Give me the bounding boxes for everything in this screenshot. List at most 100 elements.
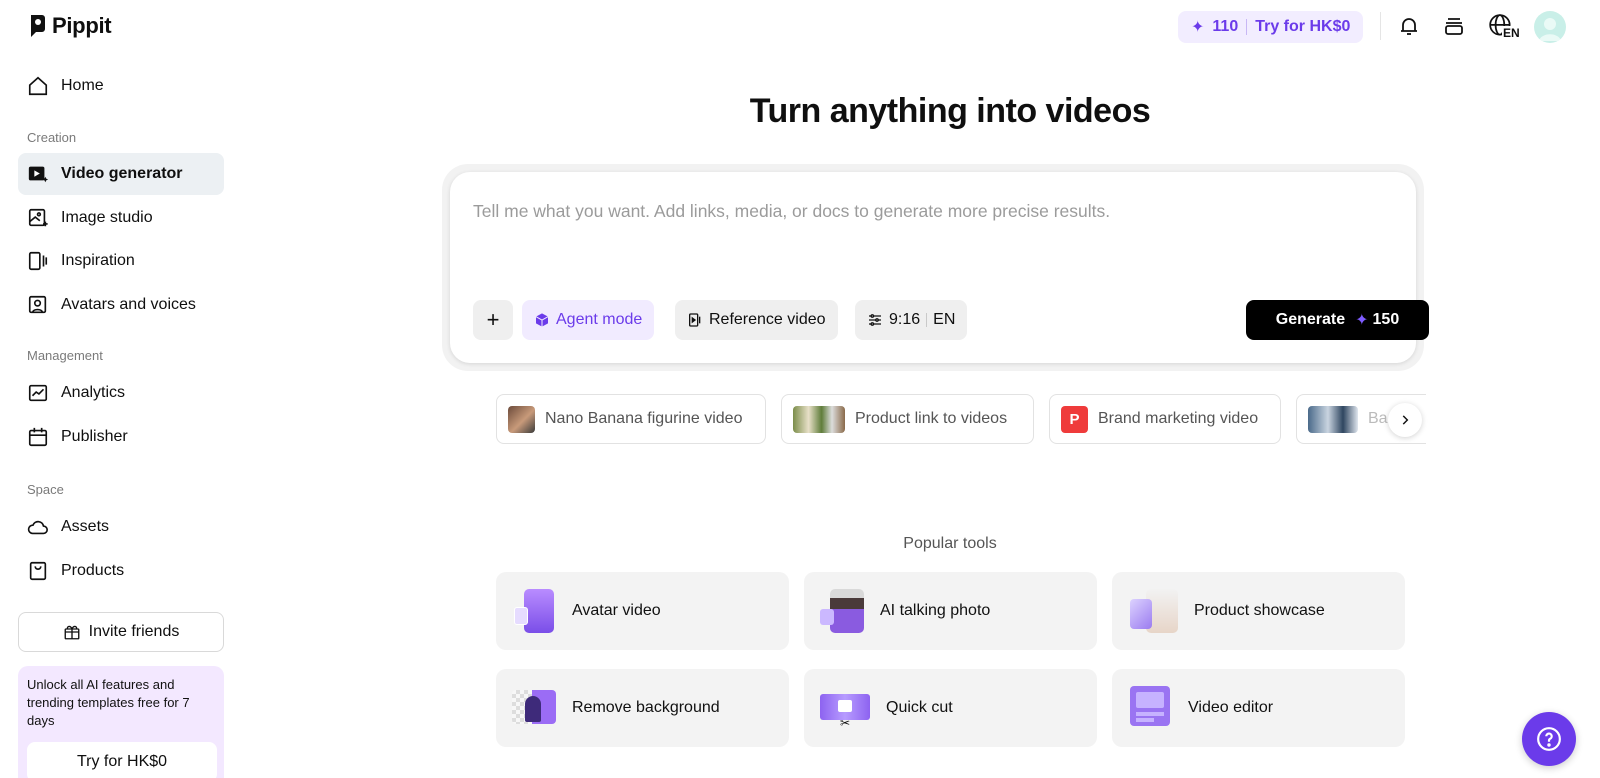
header-divider: [1380, 12, 1381, 40]
talking-photo-icon: [820, 589, 864, 633]
sparkle-icon: ✦: [1191, 19, 1205, 36]
sidebar-item-label: Inspiration: [61, 252, 135, 269]
tool-label: AI talking photo: [880, 602, 991, 619]
tool-avatar-video[interactable]: Avatar video: [496, 572, 789, 650]
tool-label: Remove background: [572, 699, 720, 716]
tool-video-editor[interactable]: Video editor: [1112, 669, 1405, 747]
suggestion-chip[interactable]: Product link to videos: [781, 394, 1034, 444]
promo-card: Unlock all AI features and trending temp…: [18, 666, 224, 778]
sidebar-item-label: Analytics: [61, 384, 126, 401]
credits-divider: [1246, 19, 1248, 35]
sparkle-icon: ✦: [1355, 312, 1369, 329]
suggestion-label: Ba: [1368, 410, 1388, 427]
invite-friends-button[interactable]: Invite friends: [18, 612, 224, 652]
tool-label: Avatar video: [572, 602, 661, 619]
reference-video-button[interactable]: Reference video: [675, 300, 838, 340]
sidebar-item-avatars-voices[interactable]: Avatars and voices: [18, 284, 224, 326]
page: Pippit Home Creation Video generator Ima…: [0, 0, 1600, 778]
quick-cut-icon: ✂: [820, 686, 870, 730]
sidebar-item-image-studio[interactable]: Image studio: [18, 197, 224, 239]
tool-label: Video editor: [1188, 699, 1274, 716]
sidebar-item-video-generator[interactable]: Video generator: [18, 153, 224, 195]
section-label-creation: Creation: [27, 130, 77, 145]
ratio-label: 9:16: [889, 311, 921, 328]
agent-mode-label: Agent mode: [556, 311, 643, 328]
agent-mode-button[interactable]: Agent mode: [522, 300, 655, 340]
suggestion-chip[interactable]: Nano Banana figurine video: [496, 394, 766, 444]
pippit-logo[interactable]: Pippit: [28, 13, 112, 39]
prompt-input[interactable]: Tell me what you want. Add links, media,…: [473, 201, 1110, 222]
lang-label: EN: [933, 311, 956, 328]
product-showcase-icon: [1128, 589, 1178, 633]
promo-try-button[interactable]: Try for HK$0: [27, 742, 217, 778]
sidebar-item-label: Video generator: [61, 165, 183, 182]
sidebar-item-label: Assets: [61, 518, 110, 535]
pippit-logo-icon: [31, 15, 45, 37]
avatar-video-icon: [512, 589, 556, 633]
sidebar-item-products[interactable]: Products: [18, 550, 224, 592]
figurine-thumbnail: [508, 405, 535, 433]
credits-pill[interactable]: ✦ 110 Try for HK$0: [1178, 11, 1364, 43]
user-avatar-icon: [1539, 18, 1561, 41]
brand-p-icon: P: [1061, 405, 1088, 433]
sidebar-item-label: Publisher: [61, 428, 128, 445]
product-box-icon: [29, 561, 47, 581]
generate-label: Generate: [1275, 311, 1346, 328]
tool-product-showcase[interactable]: Product showcase: [1112, 572, 1405, 650]
tool-label: Product showcase: [1194, 602, 1325, 619]
image-studio-icon: [28, 208, 48, 227]
invite-friends-label: Invite friends: [88, 623, 180, 640]
suggestion-label: Product link to videos: [855, 410, 1008, 427]
suggestion-label: Brand marketing video: [1098, 410, 1259, 427]
add-media-button[interactable]: +: [473, 300, 513, 340]
generate-cost: 150: [1372, 311, 1400, 328]
notification-bell-icon[interactable]: [1395, 12, 1423, 40]
analytics-icon: [28, 384, 48, 402]
popular-tools-label: Popular tools: [903, 535, 997, 552]
trial-link[interactable]: Try for HK$0: [1255, 18, 1350, 36]
sidebar-item-label: Image studio: [61, 209, 153, 226]
sidebar-item-inspiration[interactable]: Inspiration: [18, 240, 224, 282]
chevron-right-icon: [1402, 415, 1409, 425]
suggestions-next-button[interactable]: [1388, 403, 1422, 437]
logo-text: Pippit: [52, 13, 112, 38]
generate-button[interactable]: Generate ✦ 150: [1246, 300, 1429, 340]
stack-layers-icon[interactable]: [1440, 12, 1468, 40]
plus-icon: +: [486, 307, 500, 332]
page-title: Turn anything into videos: [749, 92, 1151, 130]
user-avatar[interactable]: [1534, 11, 1566, 43]
video-generator-icon: [28, 166, 49, 183]
tool-quick-cut[interactable]: ✂ Quick cut: [804, 669, 1097, 747]
language-code: EN: [1502, 26, 1521, 40]
video-editor-icon: [1128, 686, 1172, 730]
suggestion-chip[interactable]: P Brand marketing video: [1049, 394, 1281, 444]
reference-video-label: Reference video: [709, 311, 826, 328]
sidebar-item-label: Products: [61, 562, 125, 579]
reference-video-icon: [689, 313, 701, 327]
sidebar-item-analytics[interactable]: Analytics: [18, 372, 224, 414]
settings-sliders-icon: [869, 314, 881, 326]
ratio-divider: [926, 313, 928, 327]
inspiration-icon: [28, 251, 48, 271]
people-thumbnail: [1308, 405, 1358, 433]
section-label-space: Space: [27, 482, 64, 497]
section-label-management: Management: [27, 348, 103, 363]
credits-count: 110: [1212, 18, 1239, 35]
sidebar-item-label: Avatars and voices: [61, 296, 196, 313]
language-globe-icon[interactable]: EN: [1484, 12, 1521, 40]
gift-icon: [64, 625, 80, 640]
tool-label: Quick cut: [886, 699, 953, 716]
promo-text: Unlock all AI features and trending temp…: [27, 677, 190, 728]
tool-remove-background[interactable]: Remove background: [496, 669, 789, 747]
avatar-voice-icon: [28, 295, 47, 314]
remove-background-icon: [512, 686, 556, 730]
sidebar-item-publisher[interactable]: Publisher: [18, 416, 224, 458]
calendar-icon: [28, 427, 48, 447]
tool-ai-talking-photo[interactable]: AI talking photo: [804, 572, 1097, 650]
settings-ratio-button[interactable]: 9:16 EN: [855, 300, 968, 340]
question-icon: [1537, 727, 1561, 751]
suggestion-label: Nano Banana figurine video: [545, 410, 743, 427]
cube-icon: [535, 313, 549, 327]
product-thumbnail: [793, 405, 845, 433]
help-button[interactable]: [1522, 712, 1576, 766]
